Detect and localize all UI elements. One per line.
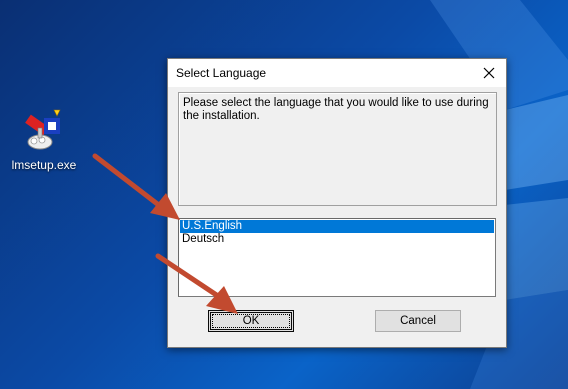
list-item-deutsch[interactable]: Deutsch (180, 233, 494, 246)
language-listbox[interactable]: U.S.English Deutsch (178, 218, 496, 297)
cancel-button-label: Cancel (400, 315, 436, 327)
desktop-icon-label: lmsetup.exe (11, 158, 77, 172)
installer-exe-icon (25, 109, 61, 150)
focus-ring (212, 314, 290, 328)
cancel-button[interactable]: Cancel (375, 310, 461, 332)
list-item-us-english[interactable]: U.S.English (180, 220, 494, 233)
prompt-text: Please select the language that you woul… (183, 97, 489, 122)
ok-button[interactable]: OK (208, 310, 294, 332)
prompt-panel: Please select the language that you woul… (178, 92, 497, 206)
select-language-dialog: Select Language Please select the langua… (167, 58, 507, 348)
close-button[interactable] (472, 59, 506, 87)
dialog-title: Select Language (176, 66, 267, 80)
desktop-icon-lmsetup[interactable]: lmsetup.exe (8, 102, 80, 172)
dialog-titlebar[interactable]: Select Language (168, 59, 506, 87)
close-icon (483, 67, 495, 79)
